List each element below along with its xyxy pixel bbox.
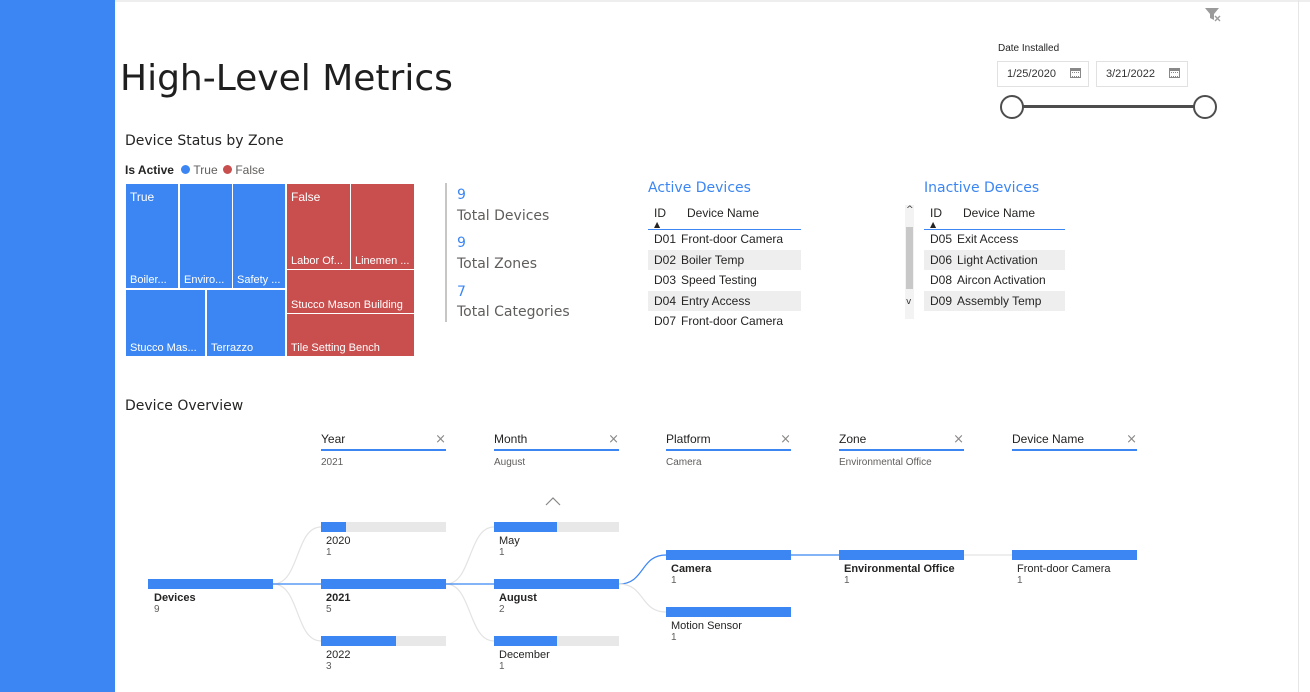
node-bar <box>494 579 619 589</box>
node-bar <box>321 579 446 589</box>
col-underline <box>666 449 791 451</box>
node-label: Environmental Office <box>844 563 955 575</box>
node-value: 1 <box>499 661 505 672</box>
col-header-zone: Zone <box>839 432 867 446</box>
decomp-col-year[interactable]: Year × 2021 <box>321 432 446 468</box>
node-bar-track <box>1012 550 1137 560</box>
node-label: Front-door Camera <box>1017 563 1111 575</box>
node-value: 1 <box>671 575 677 586</box>
decomp-col-month[interactable]: Month × August <box>494 432 619 468</box>
node-bar-track <box>321 636 446 646</box>
col-header-month: Month <box>494 432 528 446</box>
node-value: 1 <box>844 575 850 586</box>
decomp-node-environmental-office[interactable]: Environmental Office 1 <box>839 550 964 586</box>
node-bar <box>666 607 791 617</box>
node-bar <box>666 550 791 560</box>
col-header-year: Year <box>321 432 346 446</box>
node-bar-track <box>494 636 619 646</box>
decomp-node-camera[interactable]: Camera 1 <box>666 550 791 586</box>
node-value: 1 <box>499 547 505 558</box>
decomp-node-december[interactable]: December 1 <box>494 636 619 672</box>
remove-level-icon[interactable]: × <box>608 432 619 447</box>
node-label: December <box>499 649 550 661</box>
node-bar <box>321 522 346 532</box>
col-filter-platform: Camera <box>666 457 702 468</box>
decomp-node-2020[interactable]: 2020 1 <box>321 522 446 558</box>
node-label: 2021 <box>326 592 351 604</box>
decomp-node-root[interactable]: Devices 9 <box>148 579 273 615</box>
col-underline <box>839 449 964 451</box>
node-value: 2 <box>499 604 505 615</box>
node-bar <box>321 636 396 646</box>
col-header-platform: Platform <box>666 432 711 446</box>
node-bar <box>494 522 557 532</box>
col-underline <box>1012 449 1137 451</box>
col-filter-year: 2021 <box>321 457 344 468</box>
node-bar <box>1012 550 1137 560</box>
decomp-node-motion-sensor[interactable]: Motion Sensor 1 <box>666 607 791 643</box>
node-label: August <box>499 592 537 604</box>
node-label: Camera <box>671 563 712 575</box>
col-filter-month: August <box>494 457 526 468</box>
node-bar-track <box>494 522 619 532</box>
decomp-col-zone[interactable]: Zone × Environmental Office <box>839 432 964 468</box>
node-bar-track <box>666 550 791 560</box>
node-value: 1 <box>671 632 677 643</box>
col-underline <box>321 449 446 451</box>
decomp-node-august[interactable]: August 2 <box>494 579 619 615</box>
expand-up-icon <box>545 497 561 506</box>
decomp-node-may[interactable]: May 1 <box>494 522 619 558</box>
node-value: 5 <box>326 604 332 615</box>
node-bar-track <box>321 579 446 589</box>
node-bar <box>494 636 557 646</box>
remove-level-icon[interactable]: × <box>1126 432 1137 447</box>
decomp-col-device-name[interactable]: Device Name × <box>1012 432 1137 451</box>
node-label: 2022 <box>326 649 351 661</box>
node-label: Devices <box>154 592 196 604</box>
node-value: 1 <box>326 547 332 558</box>
node-value: 3 <box>326 661 332 672</box>
decomp-node-2021[interactable]: 2021 5 <box>321 579 446 615</box>
node-label: 2020 <box>326 535 351 547</box>
node-bar-track <box>839 550 964 560</box>
node-value: 1 <box>1017 575 1023 586</box>
node-label: Motion Sensor <box>671 620 742 632</box>
node-bar-track <box>494 579 619 589</box>
node-bar <box>148 579 273 589</box>
col-filter-zone: Environmental Office <box>839 457 932 468</box>
decomp-col-platform[interactable]: Platform × Camera <box>666 432 791 468</box>
node-bar-track <box>666 607 791 617</box>
col-header-device-name: Device Name <box>1012 432 1085 446</box>
col-underline <box>494 449 619 451</box>
node-bar-track <box>321 522 446 532</box>
decomp-node-2022[interactable]: 2022 3 <box>321 636 446 672</box>
decomp-node-front-door-camera[interactable]: Front-door Camera 1 <box>1012 550 1137 586</box>
remove-level-icon[interactable]: × <box>780 432 791 447</box>
node-value: 9 <box>154 604 160 615</box>
remove-level-icon[interactable]: × <box>953 432 964 447</box>
node-label: May <box>499 535 520 547</box>
node-bar <box>839 550 964 560</box>
remove-level-icon[interactable]: × <box>435 432 446 447</box>
